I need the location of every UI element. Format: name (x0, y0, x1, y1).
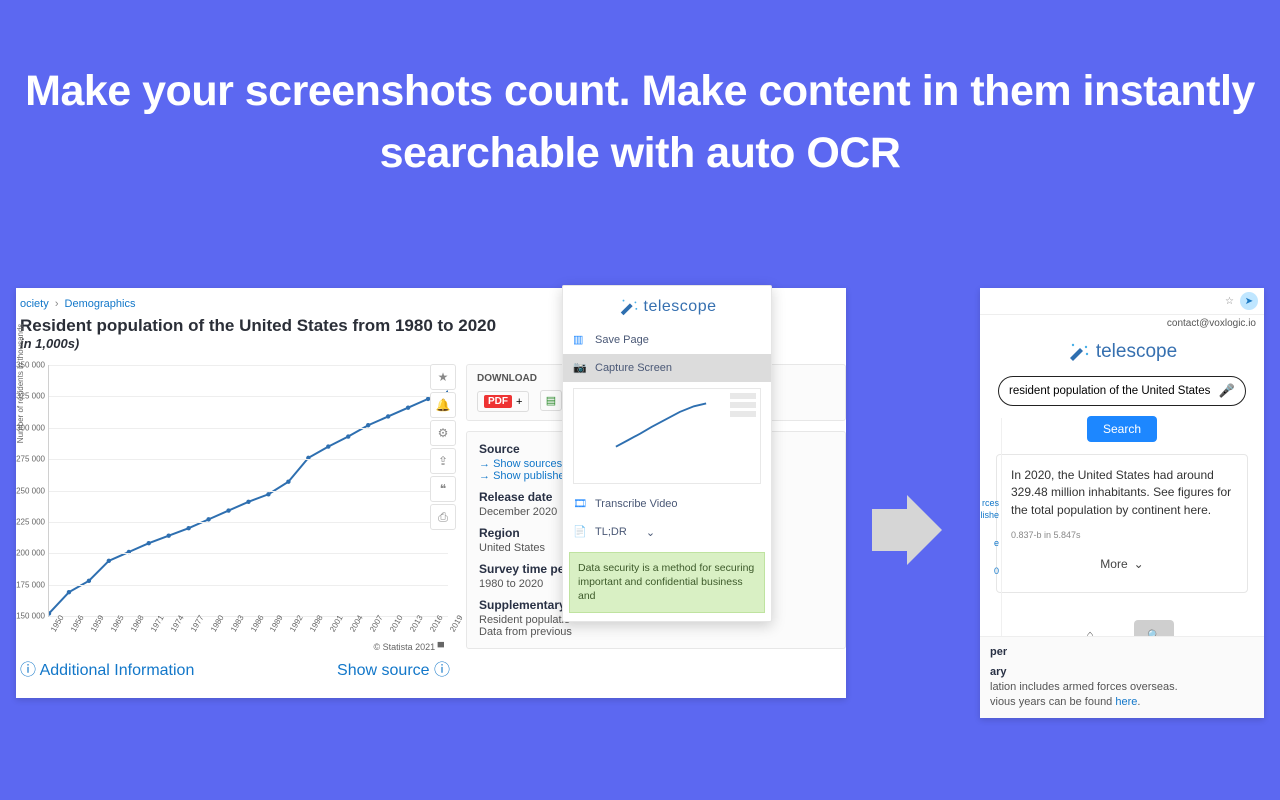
video-icon: 🎞 (573, 497, 587, 511)
save-page-item[interactable]: ▥ Save Page (563, 326, 771, 354)
mic-icon[interactable]: 🎤 (1219, 383, 1235, 399)
pdf-button[interactable]: PDF + (477, 391, 529, 412)
telescope-logo: telescope (563, 286, 771, 326)
headline: Make your screenshots count. Make conten… (0, 0, 1280, 185)
search-input[interactable] (1009, 385, 1219, 397)
tldr-item[interactable]: 📄 TL;DR ⌄ (563, 518, 771, 546)
screenshot-right: ☆ ➤ contact@voxlogic.io telescope 🎤 Sear… (980, 288, 1264, 718)
result-card: In 2020, the United States had around 32… (996, 454, 1248, 593)
chevron-down-icon: ⌄ (646, 526, 655, 539)
result-meta: 0.837-b in 5.847s (1011, 529, 1233, 542)
telescope-tip: Data security is a method for securing i… (569, 552, 765, 613)
transcribe-item[interactable]: 🎞 Transcribe Video (563, 490, 771, 518)
tail-text: per ary lation includes armed forces ove… (980, 636, 1264, 718)
arrow-icon (872, 495, 942, 565)
star-outline-icon[interactable]: ☆ (1225, 296, 1234, 307)
more-toggle[interactable]: More⌄ (1011, 556, 1233, 573)
search-button[interactable]: Search (1087, 416, 1157, 442)
chart-area: Number of residents in thousands 150 000… (20, 359, 452, 647)
chart-action-icons: ★ 🔔 ⚙ ⇪ ❝ ⎙ (430, 364, 458, 532)
capture-screen-item[interactable]: 📷 Capture Screen (563, 354, 771, 382)
search-bar[interactable]: 🎤 (998, 376, 1246, 406)
show-source-link[interactable]: Show source ⓘ (337, 656, 450, 680)
telescope-popup: telescope ▥ Save Page 📷 Capture Screen 🎞… (562, 285, 772, 622)
chevron-down-icon: ⌄ (1134, 556, 1144, 573)
breadcrumb-b[interactable]: Demographics (65, 298, 136, 310)
chart-copyright: © Statista 2021 (373, 642, 435, 652)
here-link[interactable]: here (1115, 696, 1137, 708)
doc-icon: 📄 (573, 525, 587, 539)
additional-info-link[interactable]: ⓘ Additional Information (20, 656, 194, 680)
quote-icon[interactable]: ❝ (430, 476, 456, 502)
capture-preview (573, 388, 761, 484)
save-icon: ▥ (573, 333, 587, 347)
xls-button[interactable]: ▤ (540, 390, 562, 411)
result-text: In 2020, the United States had around 32… (1011, 467, 1233, 519)
gear-icon[interactable]: ⚙ (430, 420, 456, 446)
contact-email: contact@voxlogic.io (980, 315, 1264, 332)
send-icon[interactable]: ➤ (1240, 292, 1258, 310)
print-icon[interactable]: ⎙ (430, 504, 456, 530)
breadcrumb-sep: › (55, 298, 59, 310)
star-icon[interactable]: ★ (430, 364, 456, 390)
breadcrumb-a[interactable]: ociety (20, 298, 49, 310)
supp-2: Data from previous (479, 626, 833, 638)
telescope-logo-right: telescope (980, 332, 1264, 376)
chart-plot: 150 000175 000200 000225 000250 000275 0… (48, 365, 448, 617)
camera-icon: 📷 (573, 361, 587, 375)
bell-icon[interactable]: 🔔 (430, 392, 456, 418)
share-icon[interactable]: ⇪ (430, 448, 456, 474)
